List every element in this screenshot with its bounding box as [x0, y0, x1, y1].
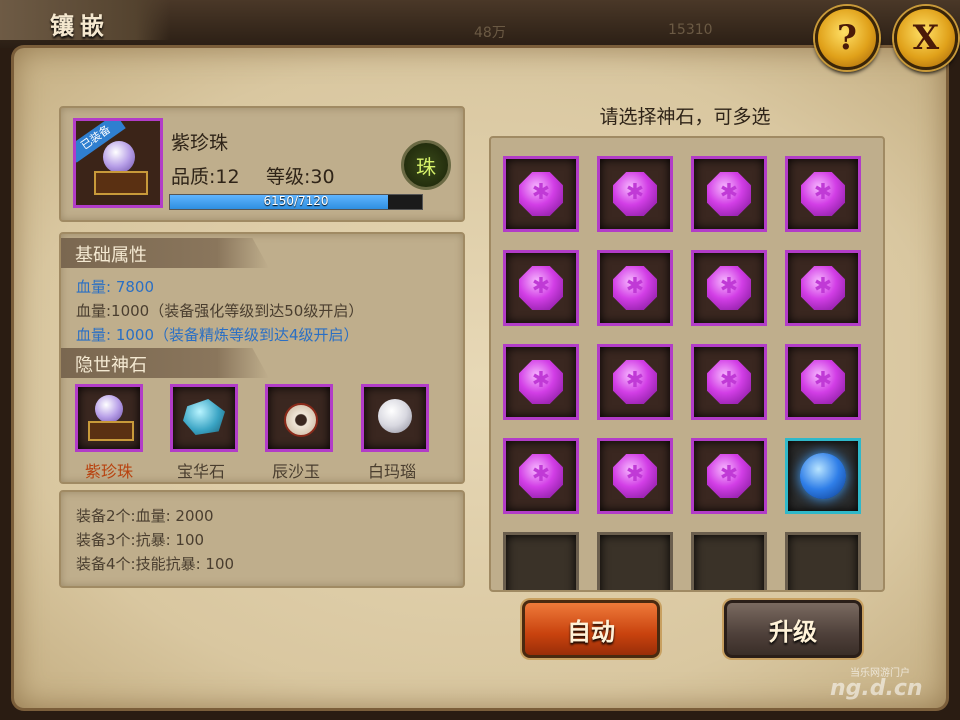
stone-slot[interactable]: [691, 156, 767, 232]
agate-icon: [378, 399, 412, 433]
set-bonus-line: 装备2个:血量: 2000: [76, 507, 214, 525]
attributes-header-label: 基础属性: [75, 245, 147, 266]
pearl-stand-icon: [88, 421, 134, 441]
selection-prompt: 请选择神石，可多选: [599, 106, 771, 128]
equipment-card: 已装备 紫珍珠 品质:12 等级:30 6150/7120 珠: [59, 106, 465, 222]
close-icon: X: [912, 18, 940, 58]
stone-slot[interactable]: [503, 156, 579, 232]
hidden-stone-slot[interactable]: [170, 384, 238, 452]
stone-slot[interactable]: [597, 438, 673, 514]
help-button[interactable]: ?: [815, 6, 879, 70]
purple-gem-icon: [613, 172, 657, 216]
purple-gem-icon: [801, 360, 845, 404]
hidden-stone-name: 紫珍珠: [84, 462, 133, 481]
jade-ring-icon: [284, 403, 318, 437]
purple-gem-icon: [707, 360, 751, 404]
stone-slot[interactable]: [691, 344, 767, 420]
hidden-stone-name: 辰沙玉: [271, 462, 320, 481]
hidden-stone-name: 白玛瑙: [367, 462, 416, 481]
purple-gem-icon: [801, 172, 845, 216]
purple-gem-icon: [801, 266, 845, 310]
exp-bar: 6150/7120: [169, 194, 423, 210]
attribute-line: 血量: 7800: [76, 278, 154, 296]
purple-gem-icon: [707, 454, 751, 498]
purple-gem-icon: [519, 172, 563, 216]
pearl-type-icon: 珠: [401, 140, 451, 190]
upgrade-button[interactable]: 升级: [724, 600, 862, 658]
equipment-quality: 品质:12: [171, 166, 240, 188]
attribute-line: 血量:1000（装备强化等级到达50级开启）: [76, 302, 364, 320]
purple-gem-icon: [519, 454, 563, 498]
stone-slot[interactable]: [691, 438, 767, 514]
stone-slot-empty[interactable]: [785, 532, 861, 590]
auto-button[interactable]: 自动: [522, 600, 660, 658]
pearl-stand-icon: [94, 171, 148, 195]
watermark-url: ng.d.cn: [830, 676, 923, 701]
attribute-line: 血量: 1000（装备精炼等级到达4级开启）: [76, 326, 359, 344]
stone-slot[interactable]: [597, 344, 673, 420]
title-plate: 镶嵌: [0, 0, 170, 40]
hidden-stones-header-label: 隐世神石: [75, 355, 147, 376]
stone-slot[interactable]: [785, 250, 861, 326]
hidden-stone-name: 宝华石: [176, 462, 225, 481]
purple-gem-icon: [707, 266, 751, 310]
stone-slot[interactable]: [691, 250, 767, 326]
hidden-stone-slot[interactable]: [75, 384, 143, 452]
purple-gem-icon: [519, 266, 563, 310]
pearl-icon: [103, 141, 135, 173]
help-icon: ?: [837, 18, 857, 58]
equipment-level: 等级:30: [266, 166, 335, 188]
stone-grid: [489, 136, 885, 592]
attributes-header: 基础属性: [61, 238, 269, 268]
blue-gem-icon: [800, 453, 846, 499]
stone-slot[interactable]: [597, 156, 673, 232]
equipment-name: 紫珍珠: [171, 132, 229, 154]
stone-slot[interactable]: [785, 438, 861, 514]
hidden-stones-header: 隐世神石: [61, 348, 269, 378]
hidden-stone-slot[interactable]: [265, 384, 333, 452]
set-bonus-line: 装备3个:抗暴: 100: [76, 531, 205, 549]
stone-slot-empty[interactable]: [597, 532, 673, 590]
stone-slot[interactable]: [503, 438, 579, 514]
equipment-icon-slot[interactable]: 已装备: [73, 118, 163, 208]
purple-gem-icon: [707, 172, 751, 216]
resource-gems: 15310: [668, 22, 713, 38]
stone-slot[interactable]: [785, 156, 861, 232]
set-bonus-line: 装备4个:技能抗暴: 100: [76, 555, 235, 573]
stone-slot[interactable]: [503, 344, 579, 420]
purple-gem-icon: [613, 266, 657, 310]
exp-text: 6150/7120: [263, 194, 329, 208]
stone-slot[interactable]: [503, 250, 579, 326]
pearl-icon: [95, 395, 123, 423]
purple-gem-icon: [613, 360, 657, 404]
purple-gem-icon: [519, 360, 563, 404]
stone-slot-empty[interactable]: [503, 532, 579, 590]
resource-gold: 48万: [474, 25, 506, 41]
purple-gem-icon: [613, 454, 657, 498]
stone-slot[interactable]: [597, 250, 673, 326]
page-title: 镶嵌: [50, 11, 110, 40]
close-button[interactable]: X: [894, 6, 958, 70]
stone-slot[interactable]: [785, 344, 861, 420]
jade-stone-icon: [183, 399, 225, 435]
hidden-stone-slot[interactable]: [361, 384, 429, 452]
stone-slot-empty[interactable]: [691, 532, 767, 590]
